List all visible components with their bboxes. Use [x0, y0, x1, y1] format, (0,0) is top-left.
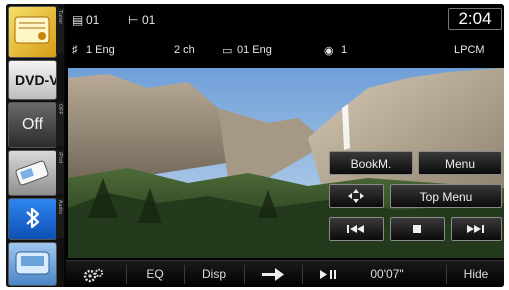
disp-label: Disp	[201, 267, 226, 281]
side-tab-audio-label: Audio	[57, 200, 63, 215]
next-page-button[interactable]	[246, 261, 300, 287]
disp-button[interactable]: Disp	[186, 261, 242, 287]
clock: 2:04	[448, 8, 502, 30]
bluetooth-source-button[interactable]	[8, 198, 57, 240]
bar-divider	[302, 265, 303, 284]
chapter-icon: ⊢	[128, 13, 139, 27]
bookmark-button[interactable]: BookM.	[329, 151, 413, 175]
dvd-source-label: DVD-V	[15, 72, 57, 88]
tuner-icon	[14, 16, 50, 44]
skip-forward-button[interactable]	[451, 217, 502, 241]
subtitle-icon: ▭	[222, 45, 233, 57]
head-unit-screen: DVD-V Off Tuner OFF iPod Audio ▤ 01 ⊢ 01…	[6, 4, 504, 287]
title-number: 01	[86, 13, 100, 27]
side-tab-tuner-label: Tuner	[57, 10, 63, 25]
bar-divider	[446, 265, 447, 284]
bar-divider	[126, 265, 127, 284]
menu-button[interactable]: Menu	[418, 151, 502, 175]
external-source-button[interactable]	[8, 242, 57, 286]
subtitle-track: 01 Eng	[237, 44, 272, 56]
side-tab-ipod-label: iPod	[57, 152, 63, 164]
hide-label: Hide	[463, 267, 489, 281]
source-rail: DVD-V Off Tuner OFF iPod Audio	[6, 4, 64, 287]
audio-channels: 2 ch	[174, 44, 195, 56]
arrow-right-icon	[262, 268, 284, 281]
side-tab-audio[interactable]: Audio	[56, 198, 64, 238]
menu-label: Menu	[444, 157, 476, 171]
cursor-button[interactable]	[329, 184, 384, 208]
bluetooth-icon	[26, 207, 40, 229]
cursor-arrows-icon	[348, 189, 364, 203]
stop-button[interactable]	[390, 217, 445, 241]
external-device-icon	[15, 251, 50, 275]
skip-forward-icon	[467, 225, 484, 233]
hide-button[interactable]: Hide	[448, 261, 504, 287]
side-tab-ipod[interactable]: iPod	[56, 150, 64, 194]
angle-icon: ◉	[324, 45, 334, 57]
gears-icon	[83, 268, 104, 283]
angle-number: 1	[341, 44, 348, 56]
side-tab-off-label: OFF	[57, 104, 63, 115]
title-icon: ▤	[72, 13, 84, 27]
audio-format: LPCM	[454, 44, 485, 56]
side-tab-tuner[interactable]: Tuner	[56, 8, 64, 54]
tuner-source-button[interactable]	[8, 6, 57, 58]
elapsed-time: 00'07"	[370, 267, 404, 281]
play-pause-button[interactable]	[306, 261, 356, 287]
eq-label: EQ	[146, 267, 164, 281]
bottom-control-bar: EQ Disp 00'07" Hide	[66, 260, 504, 287]
main-display: ▤ 01 ⊢ 01 2:04 ♯ 1 Eng 2 ch ▭ 01 Eng ◉ 1…	[66, 4, 504, 287]
stop-icon	[413, 225, 421, 233]
off-source-label: Off	[21, 116, 44, 133]
play-pause-icon	[320, 270, 336, 279]
skip-back-icon	[347, 225, 364, 233]
bookmark-label: BookM.	[350, 157, 392, 171]
audio-track: 1 Eng	[86, 44, 115, 56]
settings-button[interactable]	[66, 261, 122, 287]
eq-button[interactable]: EQ	[128, 261, 182, 287]
bar-divider	[184, 265, 185, 284]
bar-divider	[244, 265, 245, 284]
top-menu-label: Top Menu	[419, 190, 473, 204]
ipod-icon	[15, 160, 49, 186]
chapter-number: 01	[142, 13, 156, 27]
top-menu-button[interactable]: Top Menu	[390, 184, 502, 208]
ipod-source-button[interactable]	[8, 150, 57, 196]
dvd-source-button[interactable]: DVD-V	[8, 60, 57, 100]
skip-back-button[interactable]	[329, 217, 384, 241]
side-tab-off[interactable]: OFF	[56, 102, 64, 146]
audio-track-icon: ♯	[72, 44, 78, 56]
off-source-button[interactable]: Off	[8, 102, 57, 148]
